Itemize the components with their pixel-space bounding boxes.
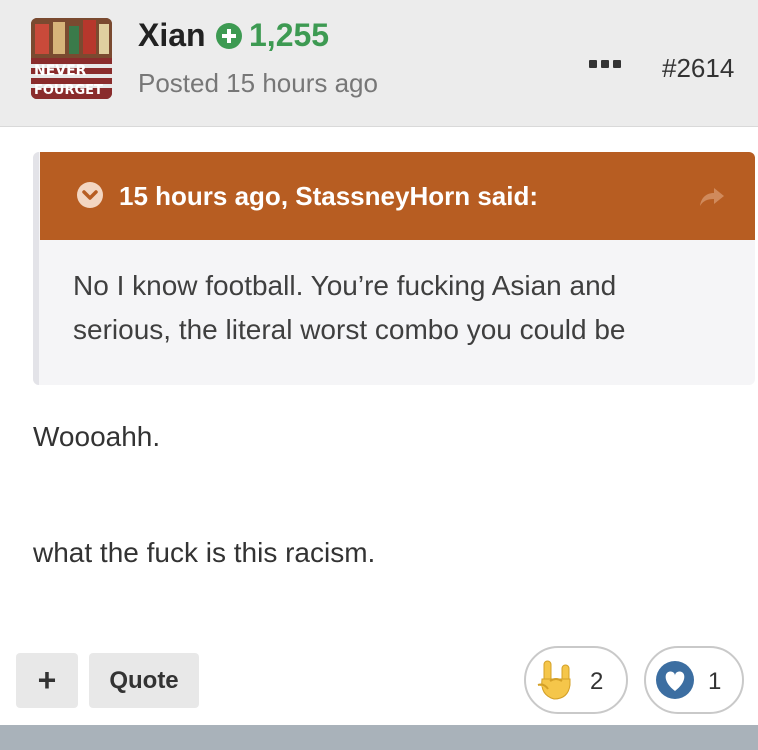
quote-header: 15 hours ago, StassneyHorn said: [40,152,755,240]
post-number-link[interactable]: #2614 [662,53,734,84]
quote-border [33,152,39,385]
reaction-like[interactable]: 1 [644,646,744,714]
avatar[interactable]: NEVER FOURGET [31,18,112,99]
more-options-icon[interactable] [589,60,621,68]
post-header: NEVER FOURGET Xian 1,255 Posted 15 hours… [0,0,758,127]
reaction-count: 1 [708,668,722,695]
reputation-value: 1,255 [249,17,330,53]
chevron-down-circle-icon[interactable] [76,181,104,209]
svg-text:FOURGET: FOURGET [34,83,103,98]
rock-on-hand-icon [537,660,571,700]
avatar-image: NEVER FOURGET [31,18,112,99]
reaction-count: 2 [590,668,604,695]
share-arrow-icon[interactable] [698,186,726,208]
quote-line: serious, the literal worst combo you cou… [73,314,626,345]
quote-line: No I know football. You’re fucking Asian… [73,270,617,301]
post-timestamp: Posted 15 hours ago [138,68,378,98]
quote-citation: 15 hours ago, StassneyHorn said: [119,181,539,211]
post-content-line: what the fuck is this racism. [33,537,376,568]
reaction-rock-on[interactable]: 2 [524,646,628,714]
quote-block: 15 hours ago, StassneyHorn said: No I kn… [33,152,755,385]
post-content-line: Woooahh. [33,421,161,452]
footer-bar [0,725,758,750]
quote-text: No I know football. You’re fucking Asian… [73,264,713,352]
reputation-badge[interactable]: 1,255 [215,17,329,54]
author-name[interactable]: Xian [138,17,206,54]
heart-icon [656,661,694,699]
plus-circle-icon [216,22,242,49]
quote-button[interactable]: Quote [89,653,199,708]
svg-text:NEVER: NEVER [34,63,87,79]
multiquote-button[interactable]: + [16,653,78,708]
